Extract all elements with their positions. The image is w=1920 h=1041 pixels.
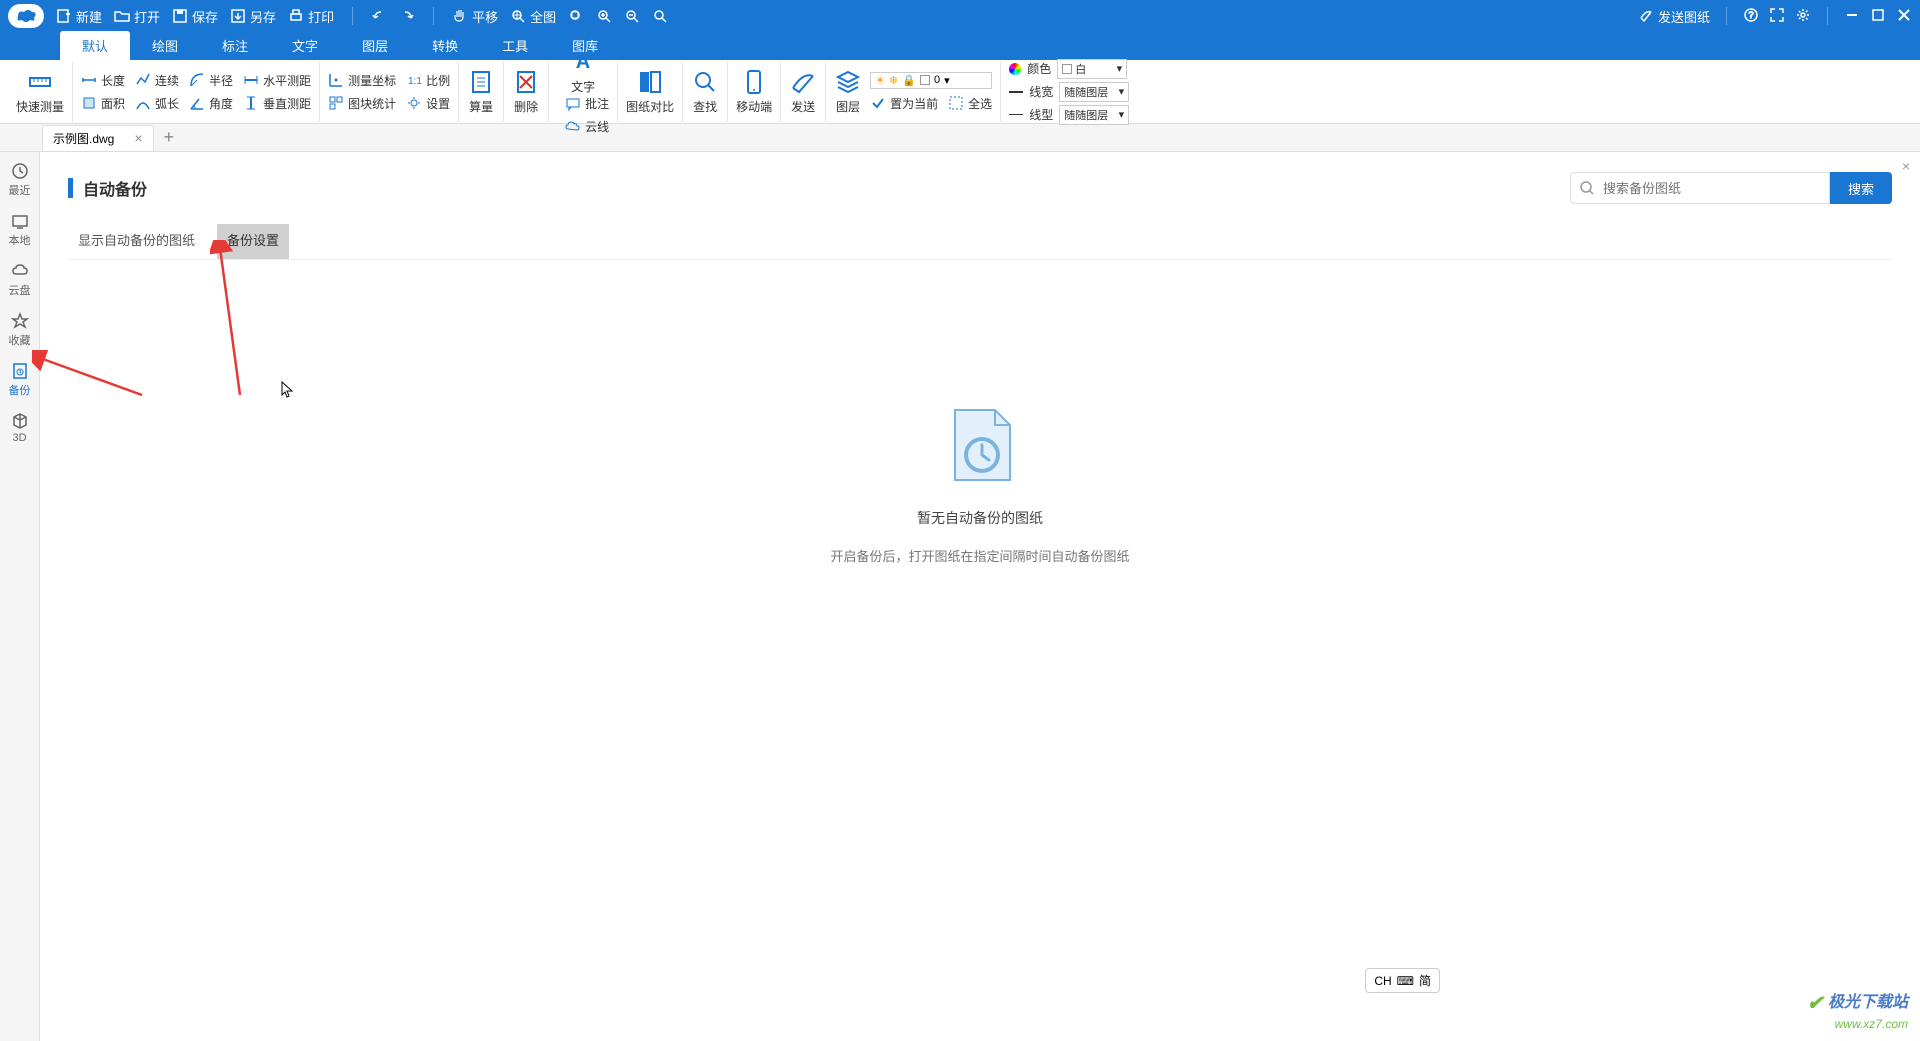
tab-annotate[interactable]: 标注 (200, 31, 270, 60)
cursor-icon (280, 380, 298, 398)
saveas-button[interactable]: 另存 (230, 7, 276, 26)
file-tab-add[interactable]: + (164, 127, 175, 148)
compare-button[interactable]: 图纸对比 (626, 68, 674, 115)
ime-indicator[interactable]: CH⌨简 (1365, 968, 1440, 993)
file-tabs: 示例图.dwg × + (0, 124, 1920, 152)
tab-default[interactable]: 默认 (60, 31, 130, 60)
close-button[interactable] (1896, 7, 1912, 26)
fullscreen-icon[interactable] (1769, 7, 1785, 26)
quick-measure-button[interactable]: 快速测量 (16, 68, 64, 115)
mobile-button[interactable]: 移动端 (736, 68, 772, 115)
sidebar-recent[interactable]: 最近 (9, 162, 31, 198)
send-drawing-button[interactable]: 发送图纸 (1638, 7, 1710, 26)
sidebar-cloud[interactable]: 云盘 (9, 262, 31, 298)
save-button[interactable]: 保存 (172, 7, 218, 26)
search-button[interactable]: 搜索 (1830, 172, 1892, 204)
ribbon: 快速测量 长度 连续 半径 水平测距 面积 弧长 角度 垂直测距 测量坐标 1:… (0, 60, 1920, 124)
vdist-button[interactable]: 垂直测距 (243, 95, 311, 112)
blockstat-button[interactable]: 图块统计 (328, 95, 396, 112)
maximize-button[interactable] (1870, 7, 1886, 26)
empty-backup-icon (935, 400, 1025, 490)
svg-text:?: ? (1748, 10, 1753, 20)
settings-icon[interactable] (1795, 7, 1811, 26)
zoom-out-button[interactable] (624, 8, 640, 24)
empty-subtitle: 开启备份后，打开图纸在指定间隔时间自动备份图纸 (830, 546, 1129, 565)
text-button[interactable]: A文字 (569, 48, 597, 95)
delete-button[interactable]: 删除 (512, 68, 540, 115)
ltype-property[interactable]: 线型随随图层▾ (1009, 105, 1129, 125)
search-input[interactable] (1570, 172, 1830, 204)
title-bar: 新建 打开 保存 另存 打印 平移 全图 发送图纸 ? (0, 0, 1920, 32)
empty-state: 暂无自动备份的图纸 开启备份后，打开图纸在指定间隔时间自动备份图纸 (68, 400, 1892, 565)
find-button[interactable]: 查找 (691, 68, 719, 115)
sidebar: 最近 本地 云盘 收藏 备份 3D (0, 152, 40, 1041)
lwidth-property[interactable]: 线宽随随图层▾ (1009, 82, 1129, 102)
file-tab-label: 示例图.dwg (53, 130, 114, 147)
subtab-show-backups[interactable]: 显示自动备份的图纸 (68, 224, 205, 259)
subtab-backup-settings[interactable]: 备份设置 (217, 224, 289, 259)
new-button[interactable]: 新建 (56, 7, 102, 26)
panel-close-icon[interactable]: × (1902, 158, 1910, 174)
file-tab[interactable]: 示例图.dwg × (42, 125, 154, 151)
file-tab-close[interactable]: × (134, 130, 142, 146)
tab-text[interactable]: 文字 (270, 31, 340, 60)
zoom-extent-button[interactable] (652, 8, 668, 24)
content-panel: × 自动备份 搜索 显示自动备份的图纸 备份设置 暂无自动备 (40, 152, 1920, 1041)
zoom-window-button[interactable] (568, 8, 584, 24)
menu-tabs: 默认 绘图 标注 文字 图层 转换 工具 图库 (0, 32, 1920, 60)
send-button[interactable]: 发送 (789, 68, 817, 115)
redo-button[interactable] (399, 8, 415, 24)
selectall-button[interactable]: 全选 (948, 95, 992, 112)
svg-text:A: A (576, 51, 590, 73)
hdist-button[interactable]: 水平测距 (243, 72, 311, 89)
empty-title: 暂无自动备份的图纸 (917, 508, 1043, 528)
scale-button[interactable]: 1:1比例 (406, 72, 450, 89)
tab-layer[interactable]: 图层 (340, 31, 410, 60)
setcurrent-button[interactable]: 置为当前 (870, 95, 938, 112)
minimize-button[interactable] (1844, 7, 1860, 26)
ribbon-settings-button[interactable]: 设置 (406, 95, 450, 112)
continuous-button[interactable]: 连续 (135, 72, 179, 89)
layer-button[interactable]: 图层 (834, 68, 862, 115)
layer-state-bar[interactable]: ☀❄🔒0▾ (870, 72, 992, 89)
zoom-in-button[interactable] (596, 8, 612, 24)
cloud-button[interactable]: 云线 (565, 118, 609, 135)
print-button[interactable]: 打印 (288, 7, 334, 26)
tab-tools[interactable]: 工具 (480, 31, 550, 60)
length-button[interactable]: 长度 (81, 72, 125, 89)
undo-button[interactable] (371, 8, 387, 24)
fullview-button[interactable]: 全图 (510, 7, 556, 26)
app-logo (8, 4, 44, 28)
coord-button[interactable]: 测量坐标 (328, 72, 396, 89)
tab-draw[interactable]: 绘图 (130, 31, 200, 60)
angle-button[interactable]: 角度 (189, 95, 233, 112)
watermark: ✔ 极光下载站 www.xz7.com (1807, 988, 1908, 1033)
area-button[interactable]: 面积 (81, 95, 125, 112)
batch-button[interactable]: 批注 (565, 95, 609, 112)
sidebar-local[interactable]: 本地 (9, 212, 31, 248)
open-button[interactable]: 打开 (114, 7, 160, 26)
tab-convert[interactable]: 转换 (410, 31, 480, 60)
sidebar-favorite[interactable]: 收藏 (9, 312, 31, 348)
sidebar-3d[interactable]: 3D (11, 412, 29, 444)
arc-button[interactable]: 弧长 (135, 95, 179, 112)
sub-tabs: 显示自动备份的图纸 备份设置 (68, 224, 1892, 260)
svg-text:1:1: 1:1 (408, 76, 422, 87)
sidebar-backup[interactable]: 备份 (9, 362, 31, 398)
color-property[interactable]: 颜色白▾ (1009, 59, 1129, 79)
sum-button[interactable]: 算量 (467, 68, 495, 115)
help-icon[interactable]: ? (1743, 7, 1759, 26)
radius-button[interactable]: 半径 (189, 72, 233, 89)
pan-button[interactable]: 平移 (452, 7, 498, 26)
page-title: 自动备份 (68, 176, 147, 200)
